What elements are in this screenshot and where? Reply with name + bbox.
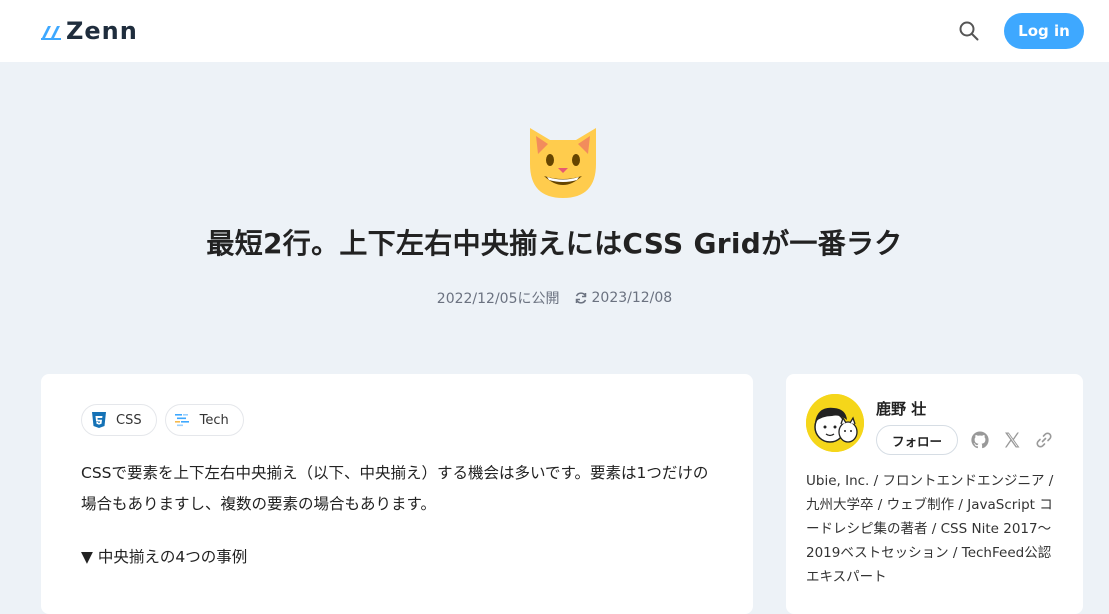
- author-card: 鹿野 壮 フォロー Ubie, Inc. / フロントエンドエンジニア / 九州…: [786, 374, 1083, 614]
- author-avatar[interactable]: [806, 394, 864, 452]
- article-dates: 2022/12/05に公開 2023/12/08: [0, 288, 1109, 308]
- github-icon[interactable]: [970, 430, 990, 450]
- logo-text: Zenn: [66, 17, 138, 45]
- tech-icon: [174, 414, 189, 427]
- article-paragraph: ▼ 中央揃えの4つの事例: [81, 548, 248, 566]
- published-date: 2022/12/05に公開: [436, 291, 560, 307]
- article-hero: 最短2行。上下左右中央揃えにはCSS Gridが一番ラク 2022/12/05に…: [0, 62, 1109, 372]
- x-icon[interactable]: [1002, 430, 1022, 450]
- smiling-cat-emoji-icon: [530, 128, 596, 198]
- zenn-logo[interactable]: Zenn: [40, 17, 138, 45]
- article-title: 最短2行。上下左右中央揃えにはCSS Gridが一番ラク: [206, 227, 903, 260]
- topic-label: Tech: [199, 412, 229, 428]
- topic-tech[interactable]: Tech: [164, 404, 244, 436]
- updated-date: 2023/12/08: [591, 290, 673, 306]
- refresh-icon: [575, 292, 586, 304]
- site-header: Zenn Log in: [0, 0, 1109, 62]
- author-avatar-illustration-icon: [806, 394, 864, 452]
- css3-icon: [92, 412, 106, 428]
- author-bio: Ubie, Inc. / フロントエンドエンジニア / 九州大学卒 / ウェブ制…: [806, 473, 1054, 585]
- article-content: CSSで要素を上下左右中央揃え（以下、中央揃え）する機会は多いです。要素は1つだ…: [81, 458, 713, 573]
- login-button[interactable]: Log in: [1004, 13, 1084, 49]
- topic-list: CSS Tech: [81, 404, 713, 436]
- article-body-card: CSS Tech CSSで要素を上下左右中央揃え（以下、中央揃え）する機会は多い…: [41, 374, 753, 614]
- follow-button[interactable]: フォロー: [876, 425, 959, 455]
- zenn-logo-mark-icon: [41, 26, 61, 40]
- article-paragraph: CSSで要素を上下左右中央揃え（以下、中央揃え）する機会は多いです。要素は1つだ…: [81, 464, 709, 513]
- topic-css[interactable]: CSS: [81, 404, 157, 436]
- author-name[interactable]: 鹿野 壮: [876, 398, 1054, 419]
- topic-label: CSS: [116, 412, 142, 428]
- link-icon[interactable]: [1034, 430, 1054, 450]
- search-icon[interactable]: [958, 20, 980, 42]
- updated-date-wrap: 2023/12/08: [574, 290, 673, 306]
